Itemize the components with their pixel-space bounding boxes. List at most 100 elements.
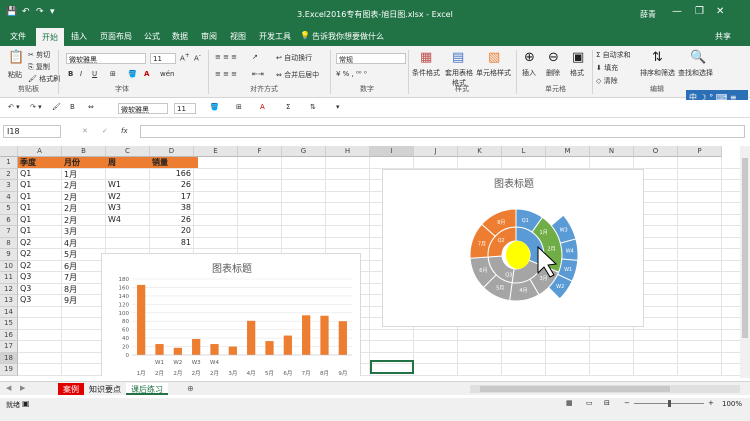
row-header[interactable]: 5	[0, 203, 18, 215]
column-header[interactable]: D	[150, 146, 194, 157]
table-cell[interactable]: Q1	[20, 203, 31, 212]
tab-view[interactable]: 视图	[230, 31, 246, 42]
table-cell[interactable]: 3月	[64, 226, 77, 237]
table-cell[interactable]: 5月	[64, 249, 77, 260]
find-select-icon[interactable]: 🔍	[690, 50, 706, 65]
add-sheet-icon[interactable]: ⊕	[182, 383, 199, 395]
select-all-corner[interactable]	[0, 146, 18, 157]
column-header[interactable]: N	[590, 146, 634, 157]
row-header[interactable]: 6	[0, 214, 18, 226]
bar-chart[interactable]: 图表标题 0 20 40 60 80 100 120 140 160 180 1月 W1 2月 W2 2月 W…	[101, 253, 361, 376]
table-cell[interactable]: 26	[150, 215, 191, 224]
table-cell[interactable]: Q2	[20, 249, 31, 258]
zoom-in-icon[interactable]: +	[708, 399, 714, 407]
page-break-view-icon[interactable]: ⊟	[604, 399, 610, 407]
restore-icon[interactable]: ❐	[695, 6, 704, 17]
column-header[interactable]: L	[502, 146, 546, 157]
font-color-icon[interactable]: A	[144, 70, 149, 78]
row-header[interactable]: 19	[0, 364, 18, 376]
column-header[interactable]: P	[678, 146, 722, 157]
row-header[interactable]: 17	[0, 341, 18, 353]
delete-cells-button[interactable]: 删除	[546, 68, 560, 78]
table-cell[interactable]: 8月	[64, 284, 77, 295]
row-header[interactable]: 2	[0, 168, 18, 180]
bar[interactable]	[137, 284, 146, 355]
tab-data[interactable]: 数据	[172, 31, 188, 42]
border-icon[interactable]: ⊞	[236, 103, 242, 111]
name-box[interactable]: I18	[3, 125, 61, 138]
row-header[interactable]: 3	[0, 180, 18, 192]
sort-filter-button[interactable]: 排序和筛选	[640, 68, 675, 78]
column-header[interactable]: A	[18, 146, 62, 157]
table-cell[interactable]: 周	[108, 157, 116, 168]
tab-developer[interactable]: 开发工具	[259, 31, 291, 42]
table-cell[interactable]: Q1	[20, 180, 31, 189]
conditional-format-button[interactable]: 条件格式	[412, 68, 440, 78]
sort-icon[interactable]: ⇅	[310, 103, 316, 111]
bar[interactable]	[265, 341, 274, 355]
sheet-tab-case[interactable]: 案例	[58, 383, 84, 395]
formula-input[interactable]	[140, 125, 745, 138]
cell-style-button[interactable]: 单元格样式	[476, 68, 511, 78]
sheet-tab-practice[interactable]: 课后练习	[126, 383, 168, 395]
table-cell[interactable]: 166	[150, 169, 191, 178]
copy-button[interactable]: ⎘ 复制	[28, 62, 50, 72]
worksheet-grid[interactable]: ABCDEFGHIJKLMNOP 1 2 3 4 5 6 7 8 9 10 11 12 13 14 15 16…	[0, 146, 740, 376]
column-header[interactable]: E	[194, 146, 238, 157]
tell-me-icon[interactable]: 💡	[300, 31, 310, 40]
wrap-text-button[interactable]: ↩ 自动换行	[276, 53, 312, 63]
sort-filter-icon[interactable]: ⇅	[652, 50, 663, 65]
delete-cells-icon[interactable]: ⊖	[548, 50, 559, 65]
bar[interactable]	[247, 320, 256, 355]
horizontal-scroll-thumb[interactable]	[480, 386, 670, 392]
paste-button[interactable]: 粘贴	[8, 70, 22, 80]
page-layout-view-icon[interactable]: ▭	[586, 399, 593, 407]
sheet-tab-knowledge[interactable]: 知识要点	[84, 383, 126, 395]
vertical-scrollbar[interactable]	[740, 146, 750, 378]
insert-cells-icon[interactable]: ⊕	[524, 50, 535, 65]
table-cell[interactable]: 2月	[64, 203, 77, 214]
column-header[interactable]: M	[546, 146, 590, 157]
column-header[interactable]: F	[238, 146, 282, 157]
tab-formulas[interactable]: 公式	[144, 31, 160, 42]
border-icon[interactable]: ⊞	[110, 70, 116, 78]
bar[interactable]	[320, 315, 329, 355]
cut-button[interactable]: ✂ 剪切	[28, 50, 50, 60]
merge-icon[interactable]: ⇔	[88, 103, 94, 111]
table-cell[interactable]: 月份	[64, 157, 80, 168]
tab-review[interactable]: 审阅	[201, 31, 217, 42]
font-size-combo[interactable]: 11	[174, 103, 196, 114]
table-cell[interactable]: Q3	[20, 284, 31, 293]
bar[interactable]	[173, 347, 182, 355]
table-cell[interactable]: Q1	[20, 192, 31, 201]
format-painter-icon[interactable]: 🖌	[52, 103, 61, 111]
format-cells-icon[interactable]: ▣	[572, 50, 584, 65]
merge-center-button[interactable]: ⇔ 合并后居中	[276, 70, 319, 80]
table-cell[interactable]: 4月	[64, 238, 77, 249]
table-cell[interactable]: 17	[150, 192, 191, 201]
scroll-sheets-right-icon[interactable]: ▶	[20, 384, 25, 392]
tab-page-layout[interactable]: 页面布局	[100, 31, 132, 42]
table-cell[interactable]: Q3	[20, 295, 31, 304]
table-cell[interactable]: 2月	[64, 215, 77, 226]
table-cell[interactable]: 1月	[64, 169, 77, 180]
bar[interactable]	[228, 346, 237, 355]
table-format-icon[interactable]: ▤	[452, 50, 464, 65]
cell-style-icon[interactable]: ▧	[488, 50, 500, 65]
row-header[interactable]: 14	[0, 306, 18, 318]
font-name-combo[interactable]: 微软雅黑	[66, 53, 146, 64]
table-cell[interactable]: W3	[108, 203, 121, 212]
active-cell-selection[interactable]	[370, 360, 414, 374]
format-painter-button[interactable]: 🖌 格式刷	[28, 74, 60, 84]
table-cell[interactable]: 2月	[64, 180, 77, 191]
row-header[interactable]: 7	[0, 226, 18, 238]
tab-insert[interactable]: 插入	[71, 31, 87, 42]
table-cell[interactable]: 38	[150, 203, 191, 212]
row-header[interactable]: 4	[0, 191, 18, 203]
table-cell[interactable]: 2月	[64, 192, 77, 203]
bold-icon[interactable]: B	[70, 103, 75, 111]
row-header[interactable]: 15	[0, 318, 18, 330]
cancel-icon[interactable]: ✕	[82, 127, 88, 135]
undo-icon[interactable]: ↶ ▾	[8, 103, 20, 111]
paste-icon[interactable]: 📋	[8, 50, 24, 65]
